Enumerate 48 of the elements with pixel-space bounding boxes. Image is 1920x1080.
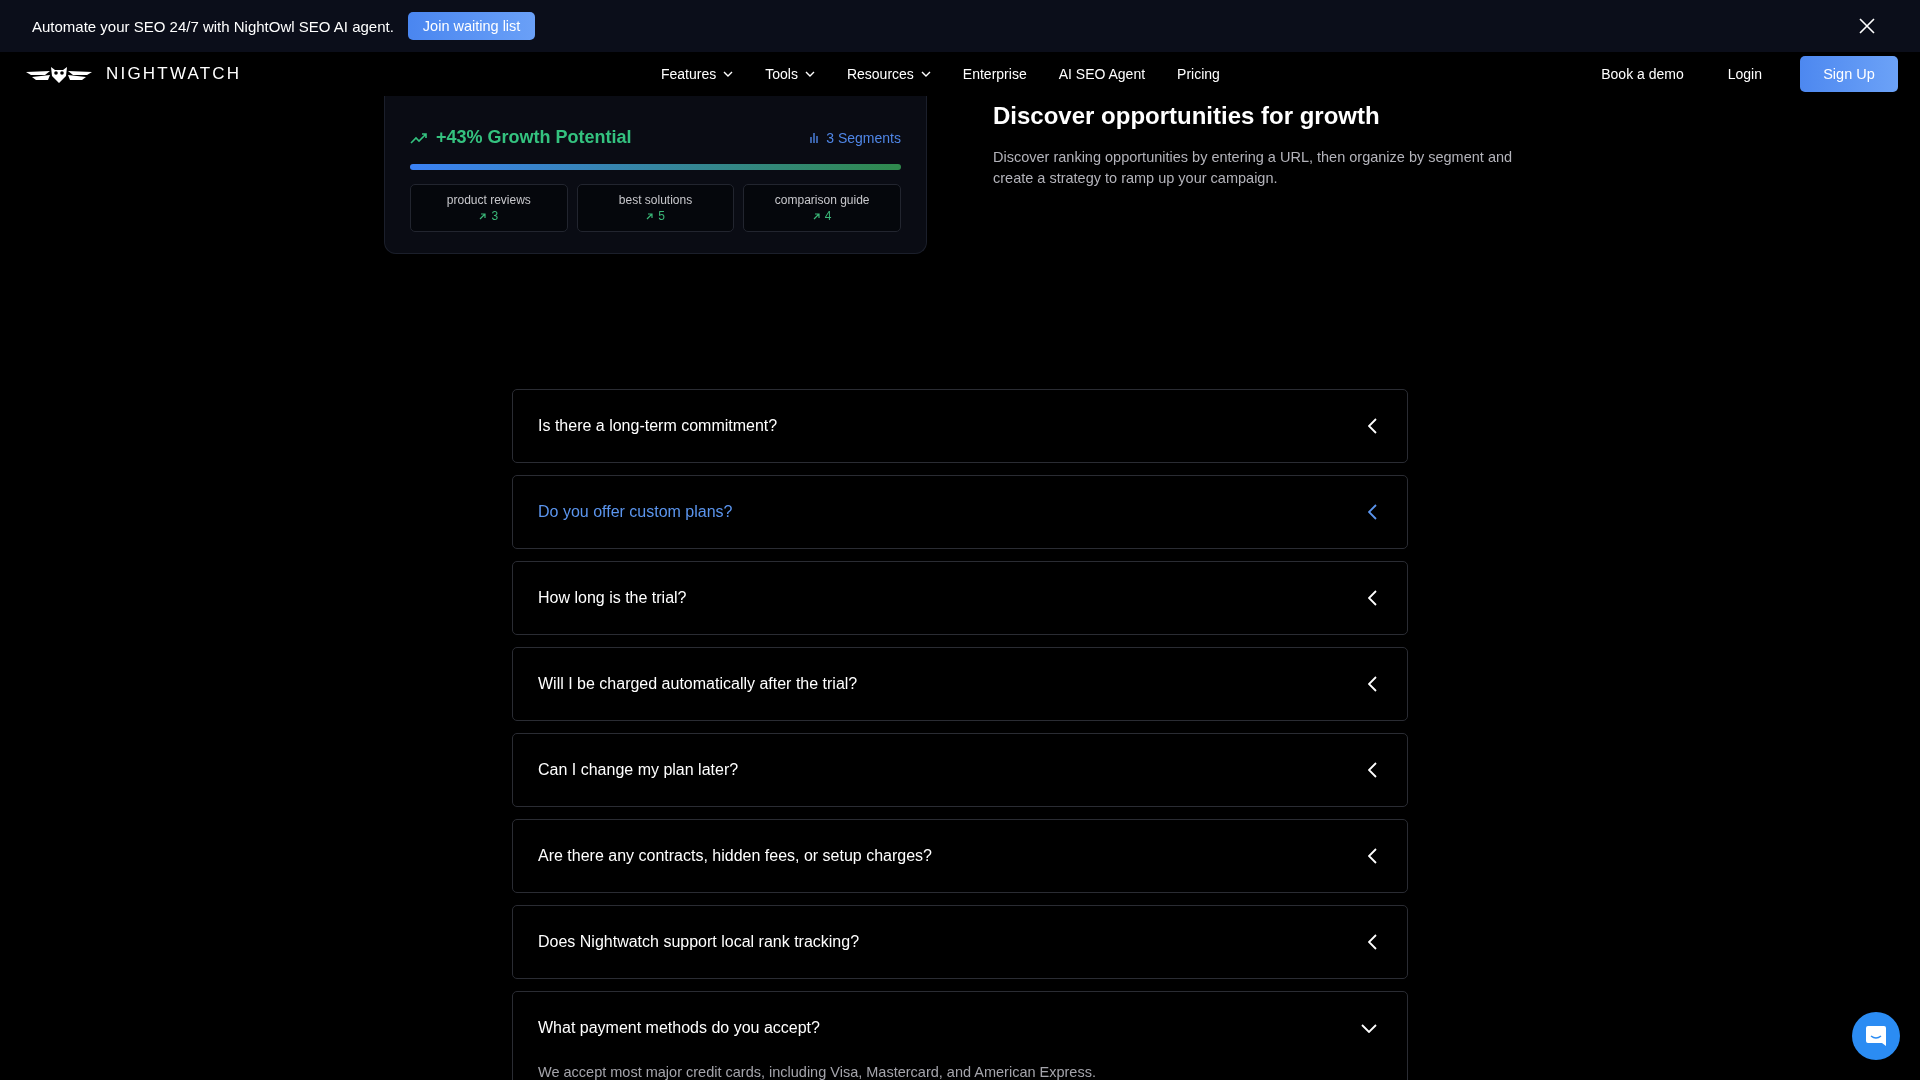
- segment-count: 4: [824, 209, 832, 223]
- faq-question[interactable]: Are there any contracts, hidden fees, or setup charges?: [513, 820, 1407, 892]
- nav-link[interactable]: Tools: [749, 66, 831, 82]
- chevron-left-icon: [1368, 504, 1377, 520]
- faq-question[interactable]: What payment methods do you accept?: [513, 992, 1407, 1064]
- faq-question[interactable]: Do you offer custom plans?: [513, 476, 1407, 548]
- chat-bubble-icon: [1865, 1025, 1887, 1047]
- nav-link[interactable]: Enterprise: [946, 66, 1043, 82]
- arrow-up-right-icon: [646, 212, 654, 220]
- nav-link[interactable]: Pricing: [1161, 66, 1236, 82]
- faq-question[interactable]: Will I be charged automatically after the trial?: [513, 648, 1407, 720]
- chevron-left-icon: [1368, 848, 1377, 864]
- faq-question[interactable]: Is there a long-term commitment?: [513, 390, 1407, 462]
- chevron-left-icon: [1368, 590, 1377, 606]
- login-link[interactable]: Login: [1721, 65, 1768, 83]
- nav-link[interactable]: Features: [645, 66, 750, 82]
- close-icon[interactable]: [1859, 18, 1875, 34]
- arrow-up-right-icon: [812, 212, 820, 220]
- chevron-down-icon: [804, 71, 815, 77]
- logo-text[interactable]: NIGHTWATCH: [106, 64, 242, 84]
- segment-count: 3: [491, 209, 499, 223]
- chevron-down-icon: [920, 71, 931, 77]
- segment-count: 5: [658, 209, 665, 223]
- faq-question[interactable]: Can I change my plan later?: [513, 734, 1407, 806]
- chevron-left-icon: [1368, 418, 1377, 434]
- trending-up-icon: [410, 131, 428, 144]
- chevron-down-icon: [723, 71, 734, 77]
- segment-label: comparison guide: [774, 193, 870, 207]
- faq-question[interactable]: How long is the trial?: [513, 562, 1407, 634]
- feature-title: Discover opportunities for growth: [993, 102, 1381, 130]
- bar-chart-icon: [810, 132, 821, 143]
- chat-button[interactable]: [1852, 1012, 1900, 1060]
- growth-headline: +43% Growth Potential: [436, 127, 632, 148]
- chevron-left-icon: [1368, 676, 1377, 692]
- book-demo-link[interactable]: Book a demo: [1595, 65, 1690, 83]
- nav-link[interactable]: AI SEO Agent: [1042, 66, 1162, 82]
- faq-answer: We accept most major credit cards, including Visa, Mastercard, and American Express.: [537, 1064, 1097, 1080]
- feature-description: Discover ranking opportunities by entering a URL, then organize by segment and create a strategy to ramp up your campaign.: [993, 148, 1514, 188]
- segment-label: best solutions: [618, 193, 693, 207]
- chevron-left-icon: [1368, 762, 1377, 778]
- faq-question[interactable]: Does Nightwatch support local rank tracking?: [513, 906, 1407, 978]
- segments-count: 3 Segments: [826, 129, 901, 146]
- nav-link[interactable]: Resources: [830, 66, 947, 82]
- chevron-left-icon: [1368, 934, 1377, 950]
- chevron-down-icon: [1361, 1023, 1377, 1033]
- arrow-up-right-icon: [479, 212, 487, 220]
- segment-label: product reviews: [446, 193, 531, 207]
- banner-text: Automate your SEO 24/7 with NightOwl SEO AI agent.: [32, 17, 394, 35]
